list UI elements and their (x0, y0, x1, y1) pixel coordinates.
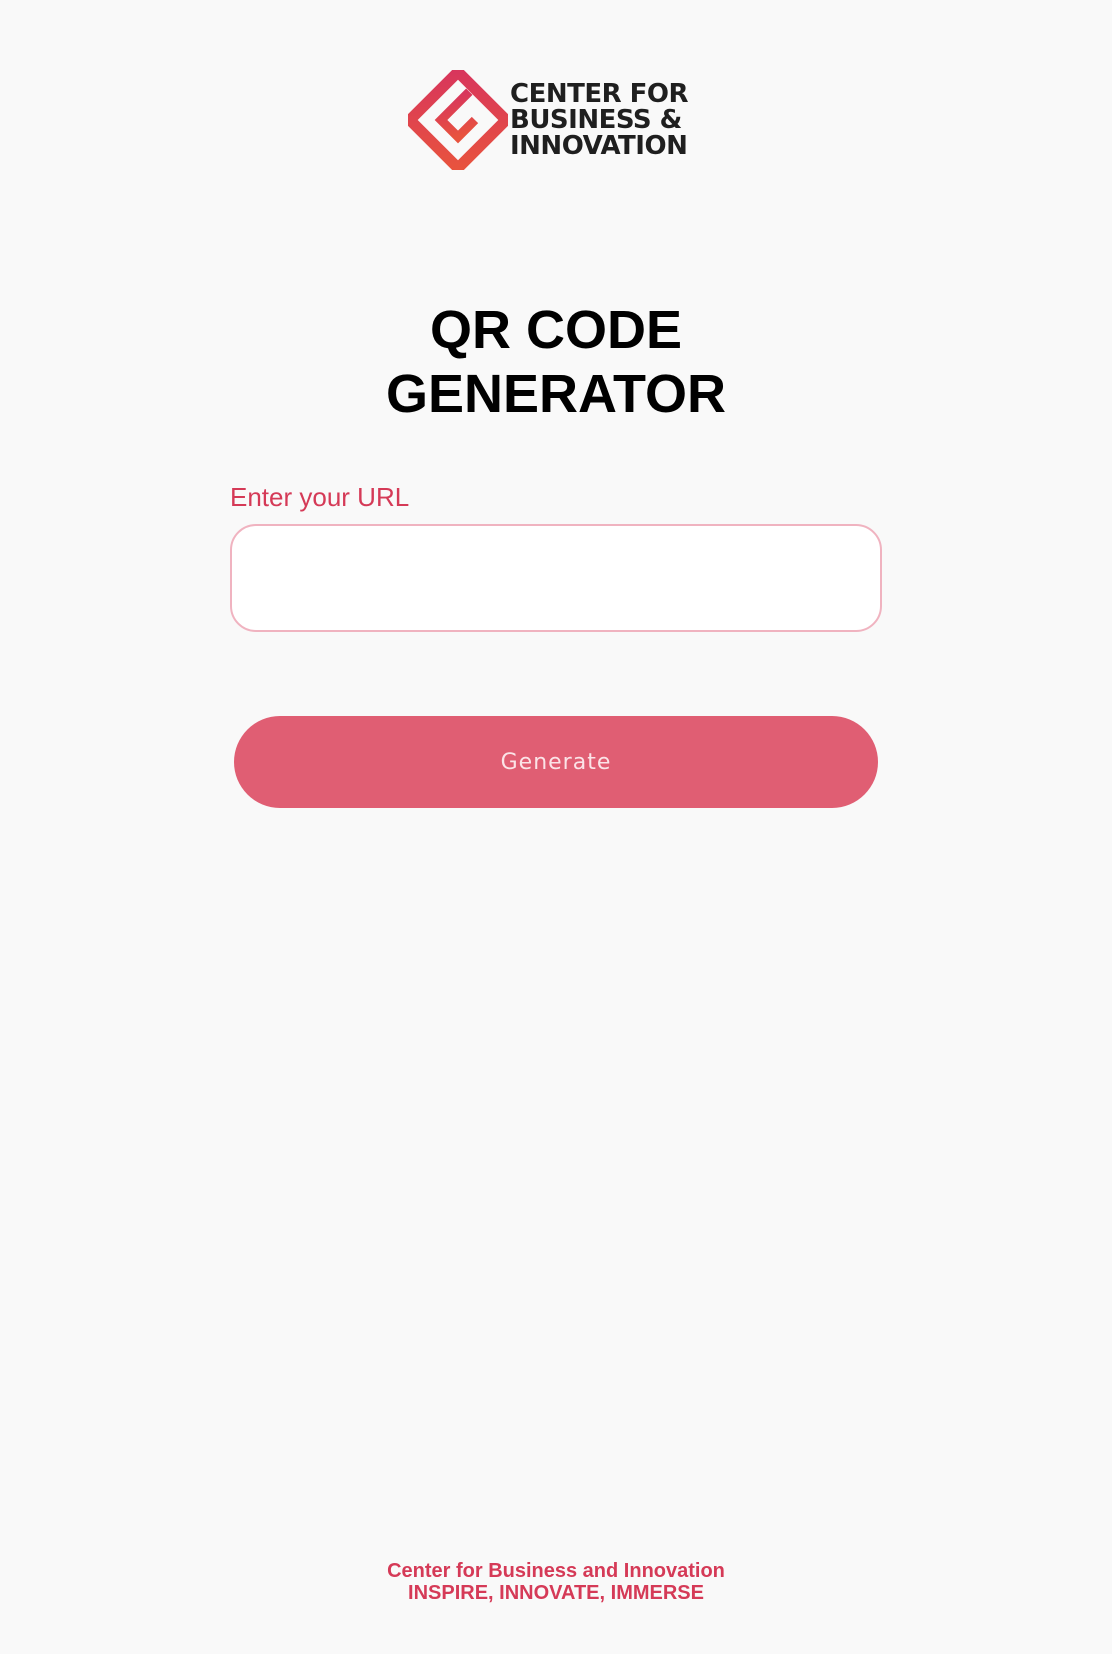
logo-text-line2: BUSINESS & (510, 105, 682, 135)
footer: Center for Business and Innovation INSPI… (0, 1560, 1112, 1604)
logo-text-line3: INNOVATION (510, 131, 688, 161)
page-title-line1: QR CODE (429, 300, 683, 360)
cbi-diamond-logo-icon (408, 70, 508, 170)
logo-text-line1: CENTER FOR (510, 79, 689, 109)
page-title: QR CODE GENERATOR (0, 298, 1112, 426)
page-title-line2: GENERATOR (385, 364, 727, 424)
footer-tagline: INSPIRE, INNOVATE, IMMERSE (408, 1582, 704, 1604)
url-field-label: Enter your URL (230, 482, 410, 512)
brand-logo: CENTER FOR BUSINESS & INNOVATION (408, 70, 708, 170)
generate-button[interactable]: Generate (234, 716, 878, 808)
url-input[interactable] (230, 524, 882, 632)
footer-org-name: Center for Business and Innovation (387, 1560, 725, 1582)
logo-wordmark: CENTER FOR BUSINESS & INNOVATION (510, 79, 689, 161)
